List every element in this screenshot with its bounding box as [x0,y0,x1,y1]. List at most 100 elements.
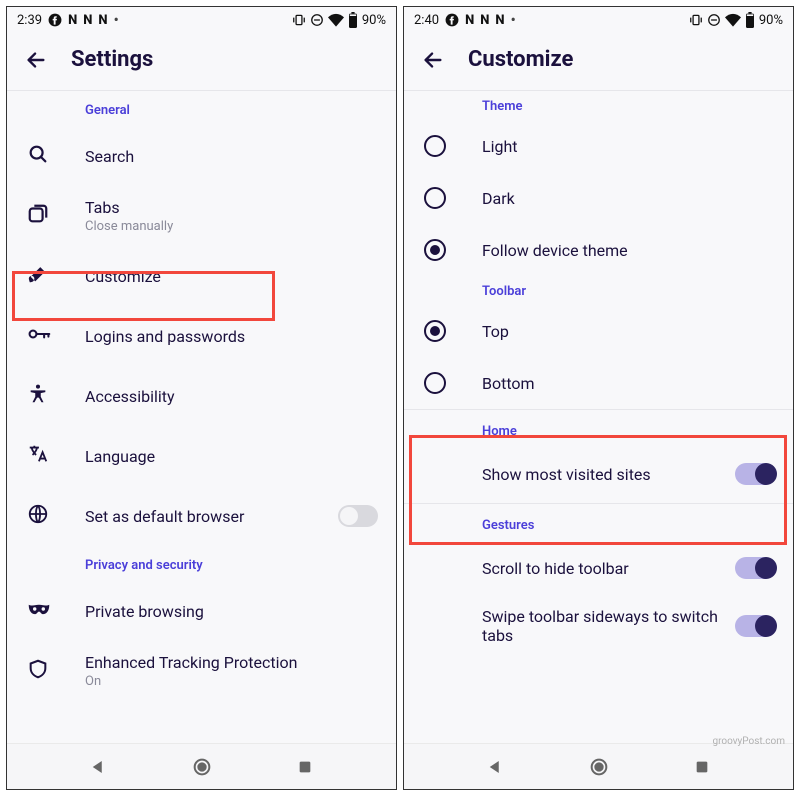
n-icon-2: N [83,13,92,28]
back-icon[interactable] [25,49,47,71]
radio-dark[interactable]: Dark [404,172,793,224]
row-sub: On [85,674,378,689]
n-icon-3: N [495,13,504,28]
nav-back-icon[interactable] [482,754,508,780]
row-logins[interactable]: Logins and passwords [7,306,396,366]
vibrate-icon [292,13,306,27]
dnd-icon [310,13,324,27]
mask-icon [27,599,51,623]
swipe-switch-toggle[interactable] [735,615,775,637]
nav-recents-icon[interactable] [689,754,715,780]
n-icon-1: N [465,13,474,28]
row-sub: Close manually [85,219,378,234]
battery-icon [745,12,755,28]
row-language[interactable]: Language [7,426,396,486]
row-swipe-switch[interactable]: Swipe toolbar sideways to switch tabs [404,597,793,655]
most-visited-toggle[interactable] [735,463,775,485]
radio-follow-device[interactable]: Follow device theme [404,224,793,276]
nav-back-icon[interactable] [85,754,111,780]
app-header: Customize [404,33,793,91]
search-icon [27,143,49,169]
android-navbar [404,743,793,789]
switch-label: Swipe toolbar sideways to switch tabs [482,607,735,645]
section-toolbar: Toolbar [404,276,793,305]
page-title: Customize [468,47,573,72]
radio-icon [424,320,446,342]
shield-icon [27,658,49,684]
row-label: Accessibility [85,387,378,406]
radio-label: Bottom [482,374,535,393]
tabs-icon [27,203,49,229]
vibrate-icon [689,13,703,27]
n-icon-1: N [68,13,77,28]
key-icon [27,323,51,349]
default-browser-toggle[interactable] [338,505,378,527]
phone-settings: 2:39 N N N • [6,6,397,790]
nav-home-icon[interactable] [586,754,612,780]
back-icon[interactable] [422,49,444,71]
row-search[interactable]: Search [7,126,396,186]
row-etp[interactable]: Enhanced Tracking Protection On [7,641,396,701]
section-theme: Theme [404,91,793,120]
radio-label: Dark [482,189,515,208]
row-label: Enhanced Tracking Protection [85,653,378,672]
clock-time: 2:40 [414,13,439,28]
row-label: Private browsing [85,602,378,621]
row-private-browsing[interactable]: Private browsing [7,581,396,641]
radio-bottom[interactable]: Bottom [404,357,793,409]
scroll-hide-toggle[interactable] [735,557,775,579]
section-gestures: Gestures [404,504,793,539]
section-home: Home [404,410,793,445]
n-icon-2: N [480,13,489,28]
overflow-dot: • [114,12,119,28]
customize-list[interactable]: Theme Light Dark Follow device theme Too… [404,91,793,743]
switch-label: Show most visited sites [482,465,735,484]
row-label: Set as default browser [85,507,338,526]
wifi-icon [328,13,344,27]
app-header: Settings [7,33,396,91]
accessibility-icon [27,383,49,409]
facebook-icon [445,13,459,27]
row-label: Tabs [85,198,378,217]
row-default-browser[interactable]: Set as default browser [7,486,396,546]
statusbar: 2:39 N N N • [7,7,396,33]
row-scroll-hide[interactable]: Scroll to hide toolbar [404,539,793,597]
row-label: Logins and passwords [85,327,378,346]
n-icon-3: N [98,13,107,28]
language-icon [27,443,49,469]
battery-percent: 90% [759,13,783,28]
facebook-icon [48,13,62,27]
radio-icon [424,372,446,394]
radio-icon [424,135,446,157]
radio-label: Light [482,137,518,156]
radio-label: Top [482,322,509,341]
brush-icon [27,263,49,289]
nav-home-icon[interactable] [189,754,215,780]
row-label: Language [85,447,378,466]
page-title: Settings [71,47,153,72]
overflow-dot: • [511,12,516,28]
settings-list[interactable]: General Search Tabs Close manually [7,91,396,743]
section-privacy: Privacy and security [7,546,396,581]
row-label: Search [85,147,378,166]
battery-percent: 90% [362,13,386,28]
row-customize[interactable]: Customize [7,246,396,306]
wifi-icon [725,13,741,27]
row-accessibility[interactable]: Accessibility [7,366,396,426]
radio-light[interactable]: Light [404,120,793,172]
phone-customize: 2:40 N N N • [403,6,794,790]
watermark: groovyPost.com [712,736,785,747]
battery-icon [348,12,358,28]
section-general: General [7,91,396,126]
row-most-visited[interactable]: Show most visited sites [404,445,793,503]
radio-icon [424,187,446,209]
radio-top[interactable]: Top [404,305,793,357]
dnd-icon [707,13,721,27]
globe-icon [27,503,49,529]
nav-recents-icon[interactable] [292,754,318,780]
row-tabs[interactable]: Tabs Close manually [7,186,396,246]
radio-label: Follow device theme [482,241,628,260]
android-navbar [7,743,396,789]
statusbar: 2:40 N N N • [404,7,793,33]
clock-time: 2:39 [17,13,42,28]
